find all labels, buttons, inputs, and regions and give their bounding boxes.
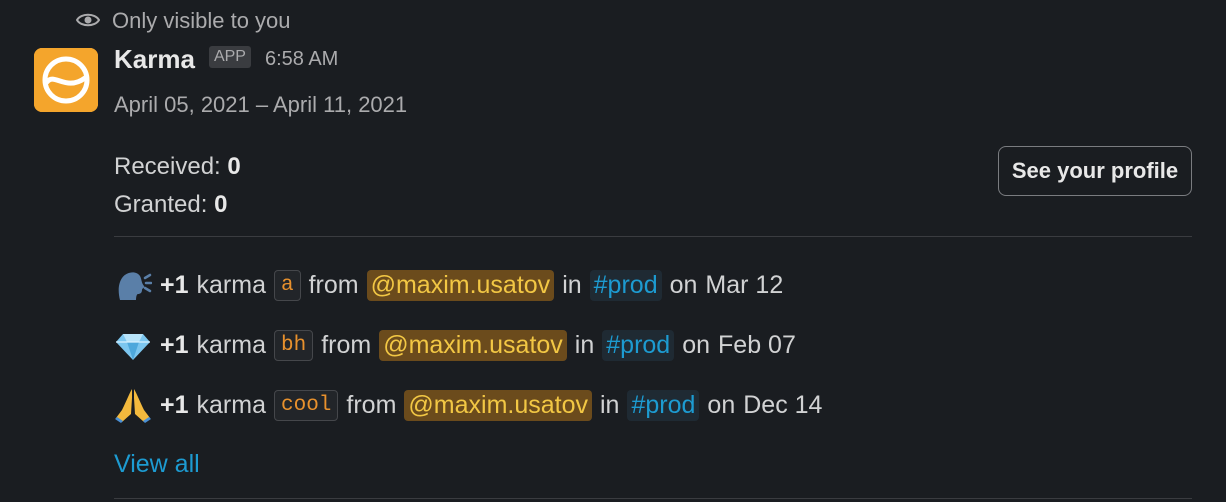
user-mention[interactable]: @maxim.usatov bbox=[404, 389, 592, 421]
channel-link[interactable]: #prod bbox=[627, 389, 700, 421]
received-row: Received: 0 bbox=[114, 148, 241, 186]
from-word: from bbox=[346, 390, 397, 419]
divider bbox=[114, 498, 1192, 499]
karma-plus: +1 bbox=[160, 390, 189, 419]
app-name[interactable]: Karma bbox=[114, 44, 195, 75]
visibility-text: Only visible to you bbox=[112, 8, 291, 33]
karma-tag: a bbox=[273, 269, 301, 301]
karma-word: karma bbox=[196, 270, 266, 299]
karma-entry: +1 karma cool from @maxim.usatov in #pro… bbox=[114, 386, 822, 424]
on-word: on bbox=[682, 330, 711, 359]
divider bbox=[114, 236, 1192, 237]
user-mention[interactable]: @maxim.usatov bbox=[379, 329, 567, 361]
eye-icon bbox=[75, 8, 101, 34]
karma-entry: +1 karma a from @maxim.usatov in #prod o… bbox=[114, 266, 783, 304]
user-mention[interactable]: @maxim.usatov bbox=[366, 269, 555, 301]
karma-word: karma bbox=[196, 330, 266, 359]
date-range: April 05, 2021 – April 11, 2021 bbox=[114, 92, 408, 117]
karma-date: Mar 12 bbox=[705, 270, 784, 299]
see-profile-button[interactable]: See your profile bbox=[998, 146, 1192, 196]
karma-plus: +1 bbox=[160, 270, 189, 299]
karma-logo-icon bbox=[34, 48, 98, 112]
karma-word: karma bbox=[196, 390, 266, 419]
channel-link[interactable]: #prod bbox=[589, 269, 662, 301]
from-word: from bbox=[308, 270, 359, 299]
folded-hands-icon bbox=[114, 386, 152, 424]
message-header: Karma APP 6:58 AM bbox=[114, 44, 338, 75]
on-word: on bbox=[669, 270, 698, 299]
in-word: in bbox=[600, 390, 620, 419]
from-word: from bbox=[321, 330, 372, 359]
speaking-head-icon bbox=[114, 266, 153, 304]
karma-tag: bh bbox=[273, 329, 314, 361]
karma-entry: +1 karma bh from @maxim.usatov in #prod … bbox=[114, 326, 796, 364]
karma-stats: Received: 0 Granted: 0 bbox=[114, 148, 241, 224]
granted-value: 0 bbox=[214, 191, 228, 218]
app-badge: APP bbox=[208, 45, 251, 68]
gem-icon bbox=[114, 326, 152, 364]
granted-row: Granted: 0 bbox=[114, 186, 241, 224]
channel-link[interactable]: #prod bbox=[602, 329, 675, 361]
view-all-link[interactable]: View all bbox=[114, 450, 200, 479]
karma-date: Dec 14 bbox=[743, 390, 823, 419]
in-word: in bbox=[562, 270, 582, 299]
in-word: in bbox=[574, 330, 595, 359]
message-timestamp[interactable]: 6:58 AM bbox=[265, 48, 338, 71]
karma-date: Feb 07 bbox=[718, 330, 796, 359]
visibility-notice: Only visible to you bbox=[75, 8, 291, 34]
received-label: Received: bbox=[114, 153, 221, 180]
on-word: on bbox=[707, 390, 736, 419]
granted-label: Granted: bbox=[114, 191, 208, 218]
received-value: 0 bbox=[227, 153, 241, 180]
karma-tag: cool bbox=[273, 389, 339, 421]
app-avatar[interactable] bbox=[34, 48, 98, 112]
karma-plus: +1 bbox=[160, 330, 189, 359]
